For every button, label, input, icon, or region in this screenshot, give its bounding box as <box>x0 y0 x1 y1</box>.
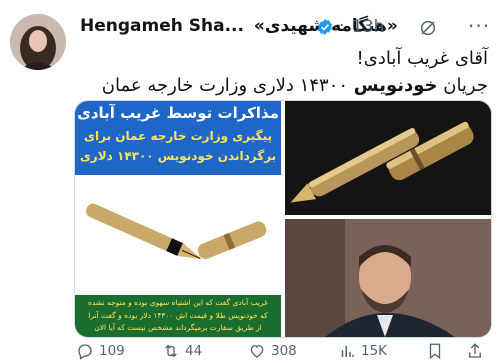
action-bar: 109 44 308 15K <box>76 340 496 362</box>
avatar-photo <box>10 14 66 70</box>
display-name[interactable]: Hengameh Sha... «هنگامه شهیدی» <box>80 16 398 36</box>
media-image-pens[interactable] <box>285 101 491 215</box>
portrait-photo <box>285 219 491 337</box>
display-name-latin: Hengameh Sha <box>80 16 225 36</box>
pens-photo <box>285 101 491 215</box>
share-button[interactable] <box>466 340 484 362</box>
image-subtitle-2: برگرداندن خودنویس ۱۴۳۰۰ دلاری <box>79 149 277 163</box>
timestamp[interactable]: 13h <box>352 17 384 37</box>
verified-badge-icon <box>318 19 332 35</box>
bookmark-button[interactable] <box>426 340 444 362</box>
image-subtitle-1: پیگیری وزارت خارجه عمان برای <box>84 129 272 143</box>
tweet-text-line1: آقای غریب آبادی! <box>356 48 488 69</box>
views-button[interactable]: 15K <box>338 340 387 362</box>
more-icon[interactable]: ··· <box>468 14 490 38</box>
reply-icon <box>78 344 92 360</box>
media-image-portrait[interactable] <box>285 219 491 337</box>
views-count: 15K <box>361 343 388 359</box>
image-caption: غریب آبادی گفت که این اشتباه سهوی بوده و… <box>75 295 281 337</box>
like-button[interactable]: 308 <box>248 340 297 362</box>
like-count: 308 <box>271 343 297 359</box>
display-name-ellipsis: ... <box>224 16 244 36</box>
tweet-text-bold: خودنویس <box>353 75 438 96</box>
like-icon <box>250 345 264 358</box>
image-banner: مذاکرات توسط غریب آبادی پیگیری وزارت خار… <box>75 101 281 175</box>
reply-button[interactable]: 109 <box>76 340 125 362</box>
reply-count: 109 <box>99 343 125 359</box>
image-title: مذاکرات توسط غریب آبادی <box>77 104 279 122</box>
retweet-icon <box>165 344 177 358</box>
tweet-header: Hengameh Sha... «هنگامه شهیدی» · 13h ··· <box>80 12 492 44</box>
caption-line-3: از طریق سفارت برمیگرداند مشخص نیست که آی… <box>94 323 262 332</box>
bookmark-icon <box>429 343 441 360</box>
pen-illustration <box>75 175 281 295</box>
avatar[interactable] <box>10 14 66 70</box>
views-icon <box>341 345 354 357</box>
retweet-count: 44 <box>185 343 203 359</box>
retweet-button[interactable]: 44 <box>162 340 202 362</box>
share-icon <box>469 343 481 358</box>
media-grid: مذاکرات توسط غریب آبادی پیگیری وزارت خار… <box>74 100 492 338</box>
caption-line-1: غریب آبادی گفت که این اشتباه سهوی بوده و… <box>87 298 269 307</box>
separator-dot: · <box>339 16 345 36</box>
tweet-text-line2-prefix: جریان <box>437 75 488 96</box>
caption-line-2: که خودنویس طلا و قیمت اش ۱۴۳۰۰ دلار بوده… <box>88 311 268 320</box>
grok-icon[interactable] <box>419 19 437 37</box>
media-image-left[interactable]: مذاکرات توسط غریب آبادی پیگیری وزارت خار… <box>75 101 281 337</box>
